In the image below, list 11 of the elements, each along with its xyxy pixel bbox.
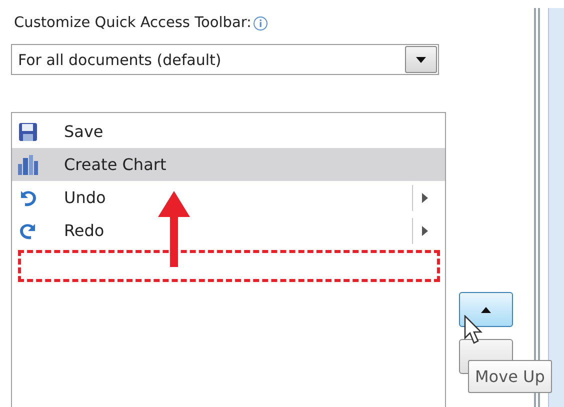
caret-icon <box>416 56 426 62</box>
bar-chart-icon <box>17 154 39 176</box>
info-icon <box>253 16 268 30</box>
tooltip: Move Up <box>468 360 552 393</box>
command-item[interactable]: Create Chart <box>12 148 445 181</box>
scope-dropdown[interactable]: For all documents (default) <box>11 44 439 75</box>
up-triangle-icon <box>481 306 491 312</box>
move-up-button[interactable] <box>459 292 513 327</box>
toolbar-label: Customize Quick Access Toolbar: <box>14 15 252 31</box>
cursor-icon <box>464 315 484 345</box>
command-item[interactable]: Save <box>12 115 445 148</box>
